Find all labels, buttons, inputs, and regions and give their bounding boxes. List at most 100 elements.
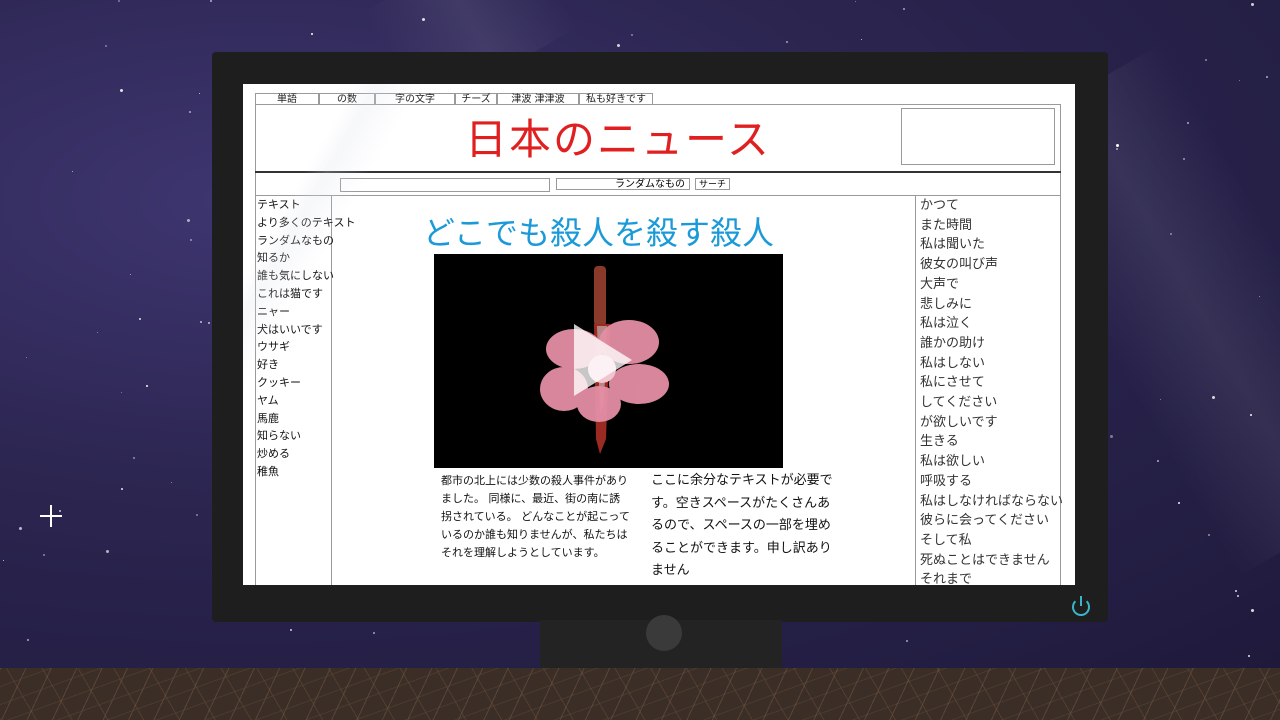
star [208, 322, 210, 324]
star [1250, 414, 1252, 416]
article-headline: どこでも殺人を殺す殺人 [423, 214, 775, 252]
star [3, 560, 4, 561]
nav-link[interactable]: テキスト [255, 196, 331, 214]
star [59, 510, 61, 512]
star [1251, 3, 1254, 6]
side-link[interactable]: 私は聞いた [916, 235, 1062, 255]
star [1235, 590, 1237, 592]
stand-button[interactable] [646, 615, 682, 651]
header-divider [255, 171, 1061, 173]
side-link[interactable]: 彼らに会ってください [916, 511, 1062, 531]
nav-link[interactable]: ランダムなもの [255, 232, 334, 250]
nav-link[interactable]: 犬はいいです [255, 321, 331, 339]
random-button[interactable]: ランダムなもの [556, 178, 690, 190]
star [1212, 396, 1215, 399]
side-link[interactable]: 私にさせて [916, 373, 1062, 393]
search-button[interactable]: サーチ [695, 178, 730, 190]
side-link[interactable]: が欲しいです [916, 413, 1062, 433]
star [906, 640, 908, 642]
star [189, 111, 191, 113]
star [27, 639, 29, 641]
nav-link[interactable]: これは猫です [255, 285, 331, 303]
star [196, 514, 198, 516]
ad-box [901, 108, 1055, 165]
star [106, 550, 109, 553]
side-link[interactable]: 私はしない [916, 354, 1062, 374]
nav-link[interactable]: ヤム [255, 392, 331, 410]
star [130, 274, 131, 275]
nav-link[interactable]: 好き [255, 356, 331, 374]
side-link[interactable]: それまで [916, 570, 1062, 585]
star [19, 527, 22, 530]
nav-link[interactable]: クッキー [255, 374, 331, 392]
star [199, 93, 200, 94]
star [105, 45, 107, 47]
side-link[interactable]: 生きる [916, 432, 1062, 452]
side-link[interactable]: してください [916, 393, 1062, 413]
side-link[interactable]: また時間 [916, 216, 1062, 236]
side-link[interactable]: 呼吸する [916, 472, 1062, 492]
star [121, 488, 123, 490]
nav-link[interactable]: ニャー [255, 303, 331, 321]
nav-link[interactable]: 知るか [255, 249, 331, 267]
left-nav: テキスト より多くのテキスト ランダムなもの 知るか 誰も気にしない これは猫で… [255, 196, 355, 585]
star [422, 18, 425, 21]
star [200, 321, 202, 323]
star [190, 239, 192, 241]
star [72, 171, 73, 172]
side-link[interactable]: かつて [916, 196, 1062, 216]
side-link[interactable]: そして私 [916, 531, 1062, 551]
nav-link[interactable]: 炒める [255, 445, 331, 463]
nav-link[interactable]: 誰も気にしない [255, 267, 334, 285]
site-title: 日本のニュース [465, 115, 771, 164]
star [1205, 59, 1207, 61]
star [1251, 609, 1254, 612]
search-input[interactable] [340, 178, 550, 192]
side-link[interactable]: 彼女の叫び声 [916, 255, 1062, 275]
star [1239, 80, 1240, 81]
star [1116, 148, 1118, 150]
star [118, 0, 120, 2]
star [1160, 399, 1161, 400]
monitor-screen: 単語 の数 字の文字 チーズ 津波 津津波 私も好きです 日本のニュース ランダ… [243, 84, 1075, 585]
article-body-left: 都市の北上には少数の殺人事件がありました。 同様に、最近、街の南に誘拐されている… [441, 474, 630, 559]
star [146, 385, 148, 387]
star [631, 34, 633, 36]
star [1266, 76, 1268, 78]
star [855, 1, 856, 2]
star [171, 482, 172, 483]
nav-link[interactable]: ウサギ [255, 338, 331, 356]
side-link[interactable]: 誰かの助け [916, 334, 1062, 354]
star [121, 392, 122, 393]
sparkle-star [40, 505, 62, 527]
star [290, 629, 292, 631]
side-link[interactable]: 私は欲しい [916, 452, 1062, 472]
article-body-right: ここに余分なテキストが必要です。空きスペースがたくさんあるので、スペースの一部を… [651, 473, 833, 578]
nav-link[interactable]: 知らない [255, 427, 331, 445]
video-player[interactable] [434, 254, 783, 468]
star [43, 554, 45, 556]
nav-link[interactable]: 馬鹿 [255, 410, 331, 428]
star [1157, 460, 1159, 462]
star [26, 357, 27, 358]
star [120, 89, 123, 92]
star [133, 457, 135, 459]
star [1208, 534, 1210, 536]
star [1110, 435, 1113, 438]
side-link[interactable]: 大声で [916, 275, 1062, 295]
star [1116, 144, 1119, 147]
side-link[interactable]: 悲しみに [916, 295, 1062, 315]
star [1237, 595, 1239, 597]
star [311, 33, 313, 35]
star [210, 0, 212, 2]
star [1178, 502, 1180, 504]
side-link[interactable]: 私は泣く [916, 314, 1062, 334]
star [1248, 655, 1250, 657]
star [861, 39, 862, 40]
star [139, 318, 141, 320]
nav-link[interactable]: 稚魚 [255, 463, 331, 481]
side-link[interactable]: 死ぬことはできません [916, 551, 1062, 571]
nav-link[interactable]: より多くのテキスト [255, 214, 355, 232]
side-link[interactable]: 私はしなければならない [916, 492, 1063, 512]
play-icon[interactable] [574, 324, 632, 396]
